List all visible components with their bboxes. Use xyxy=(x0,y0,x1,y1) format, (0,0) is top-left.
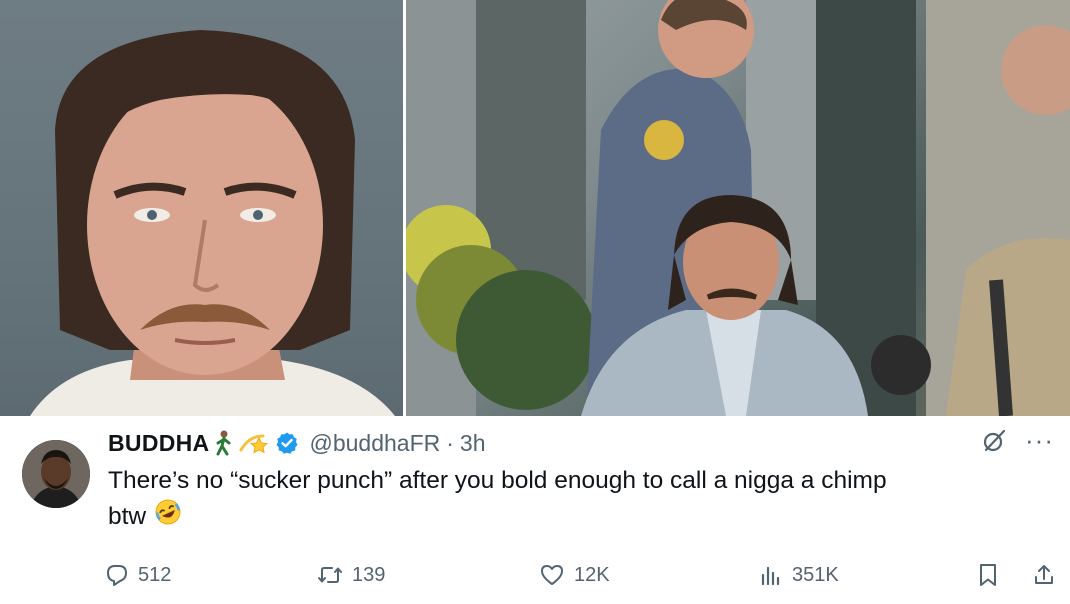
reply-icon xyxy=(107,565,127,586)
tweet-text-word: btw xyxy=(108,503,147,530)
separator-dot: · xyxy=(446,429,454,456)
tweet-media[interactable] xyxy=(0,0,1070,416)
views-button[interactable]: 351K xyxy=(758,562,839,588)
mugshot-illustration xyxy=(30,30,395,416)
verified-badge-icon[interactable] xyxy=(275,431,299,455)
user-handle[interactable]: @buddhaFR xyxy=(309,430,440,457)
tweet-header-actions: ··· xyxy=(981,427,1054,459)
tweet-actions: 512 139 12K 351K xyxy=(104,562,1059,596)
grok-icon[interactable] xyxy=(981,428,1007,459)
display-name[interactable]: BUDDHA xyxy=(108,430,209,457)
avatar-illustration xyxy=(22,440,90,508)
reply-count: 512 xyxy=(138,563,172,586)
tweet-text-line-2: btw xyxy=(108,498,1038,536)
analytics-icon xyxy=(761,566,780,586)
avatar[interactable] xyxy=(22,440,90,508)
tweet-text: There’s no “sucker punch” after you bold… xyxy=(108,464,1038,536)
tweet-timestamp[interactable]: 3h xyxy=(460,430,486,457)
bookmark-button[interactable] xyxy=(976,562,1000,588)
person-walking-emoji xyxy=(213,430,235,456)
share-button[interactable] xyxy=(1032,562,1056,588)
like-count: 12K xyxy=(574,563,610,586)
share-icon xyxy=(1035,565,1053,584)
like-button[interactable]: 12K xyxy=(538,562,610,588)
rolling-laughing-emoji xyxy=(154,498,182,536)
repost-icon xyxy=(318,567,342,583)
heart-icon xyxy=(541,565,563,585)
more-options-icon[interactable]: ··· xyxy=(1025,427,1054,453)
bookmark-icon xyxy=(980,564,996,586)
repost-button[interactable]: 139 xyxy=(316,562,385,588)
tweet-card: BUDDHA @buddhaFR · 3h ··· There’s no “su… xyxy=(0,416,1070,604)
dizzy-star-emoji xyxy=(239,430,269,456)
tweet-text-line-1: There’s no “sucker punch” after you bold… xyxy=(108,467,887,494)
reply-button[interactable]: 512 xyxy=(104,562,171,588)
police-escort-image[interactable] xyxy=(406,0,1070,416)
police-escort-illustration xyxy=(406,0,1070,416)
tweet-header: BUDDHA @buddhaFR · 3h xyxy=(108,428,486,458)
mugshot-image[interactable] xyxy=(0,0,403,416)
repost-count: 139 xyxy=(352,563,386,586)
view-count: 351K xyxy=(792,563,839,586)
